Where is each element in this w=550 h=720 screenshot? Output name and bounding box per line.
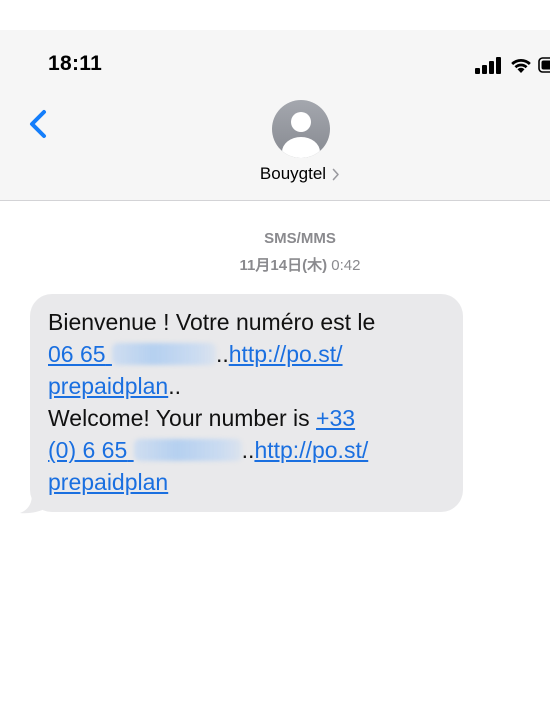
message-line: prepaidplan [48,466,445,498]
message-date: 11月14日(木) [239,257,328,274]
en-dots: .. [241,437,255,463]
wifi-icon [511,58,531,73]
en-number-link[interactable]: +33 [316,405,355,431]
message-line: (0) 6 65 ..http://po.st/ [48,434,445,466]
en-url-link[interactable]: http://po.st/ [254,437,368,463]
chevron-right-icon [332,168,339,180]
top-strip [0,0,550,30]
back-button[interactable] [24,104,54,144]
message-type-label: SMS/MMS [264,230,336,247]
fr-number-link[interactable]: 06 65 [48,341,106,367]
signal-icon [475,57,501,74]
redacted-number [106,341,216,367]
fr-url-link[interactable]: http://po.st/ [229,341,343,367]
contact-name-button[interactable]: Bouygtel [260,164,340,184]
message-bubble[interactable]: Bienvenue ! Votre numéro est le 06 65 ..… [30,294,463,512]
message-time: 0:42 [331,257,361,274]
person-icon[interactable] [272,100,330,158]
contact-name: Bouygtel [259,164,327,183]
fr-dots: .. [215,341,229,367]
redaction-blur [133,439,242,461]
redacted-number [127,437,242,463]
message-line: prepaidplan.. [48,370,445,402]
conversation-header: 18:11 Bouygtel [0,30,550,201]
battery-icon [538,57,550,73]
redaction-blur [111,343,216,365]
status-icons [470,56,550,76]
fr-prefix: Bienvenue ! Votre numéro est le [48,309,376,335]
en-url-link-cont[interactable]: prepaidplan [48,469,168,495]
chevron-left-icon [30,110,46,138]
fr-url-link-cont[interactable]: prepaidplan [48,373,168,399]
message-text: Bienvenue ! Votre numéro est le 06 65 ..… [48,306,445,498]
en-number-link-cont[interactable]: (0) 6 65 [48,437,127,463]
message-line: Bienvenue ! Votre numéro est le [48,306,445,338]
contact-name-row: Bouygtel [0,164,550,184]
status-time: 18:11 [48,52,103,75]
message-line: Welcome! Your number is +33 [48,402,445,434]
message-line: 06 65 ..http://po.st/ [48,338,445,370]
en-prefix: Welcome! Your number is [48,405,317,431]
message-timestamp: 11月14日(木) 0:42 [0,254,550,275]
fr-suffix: .. [168,373,181,399]
